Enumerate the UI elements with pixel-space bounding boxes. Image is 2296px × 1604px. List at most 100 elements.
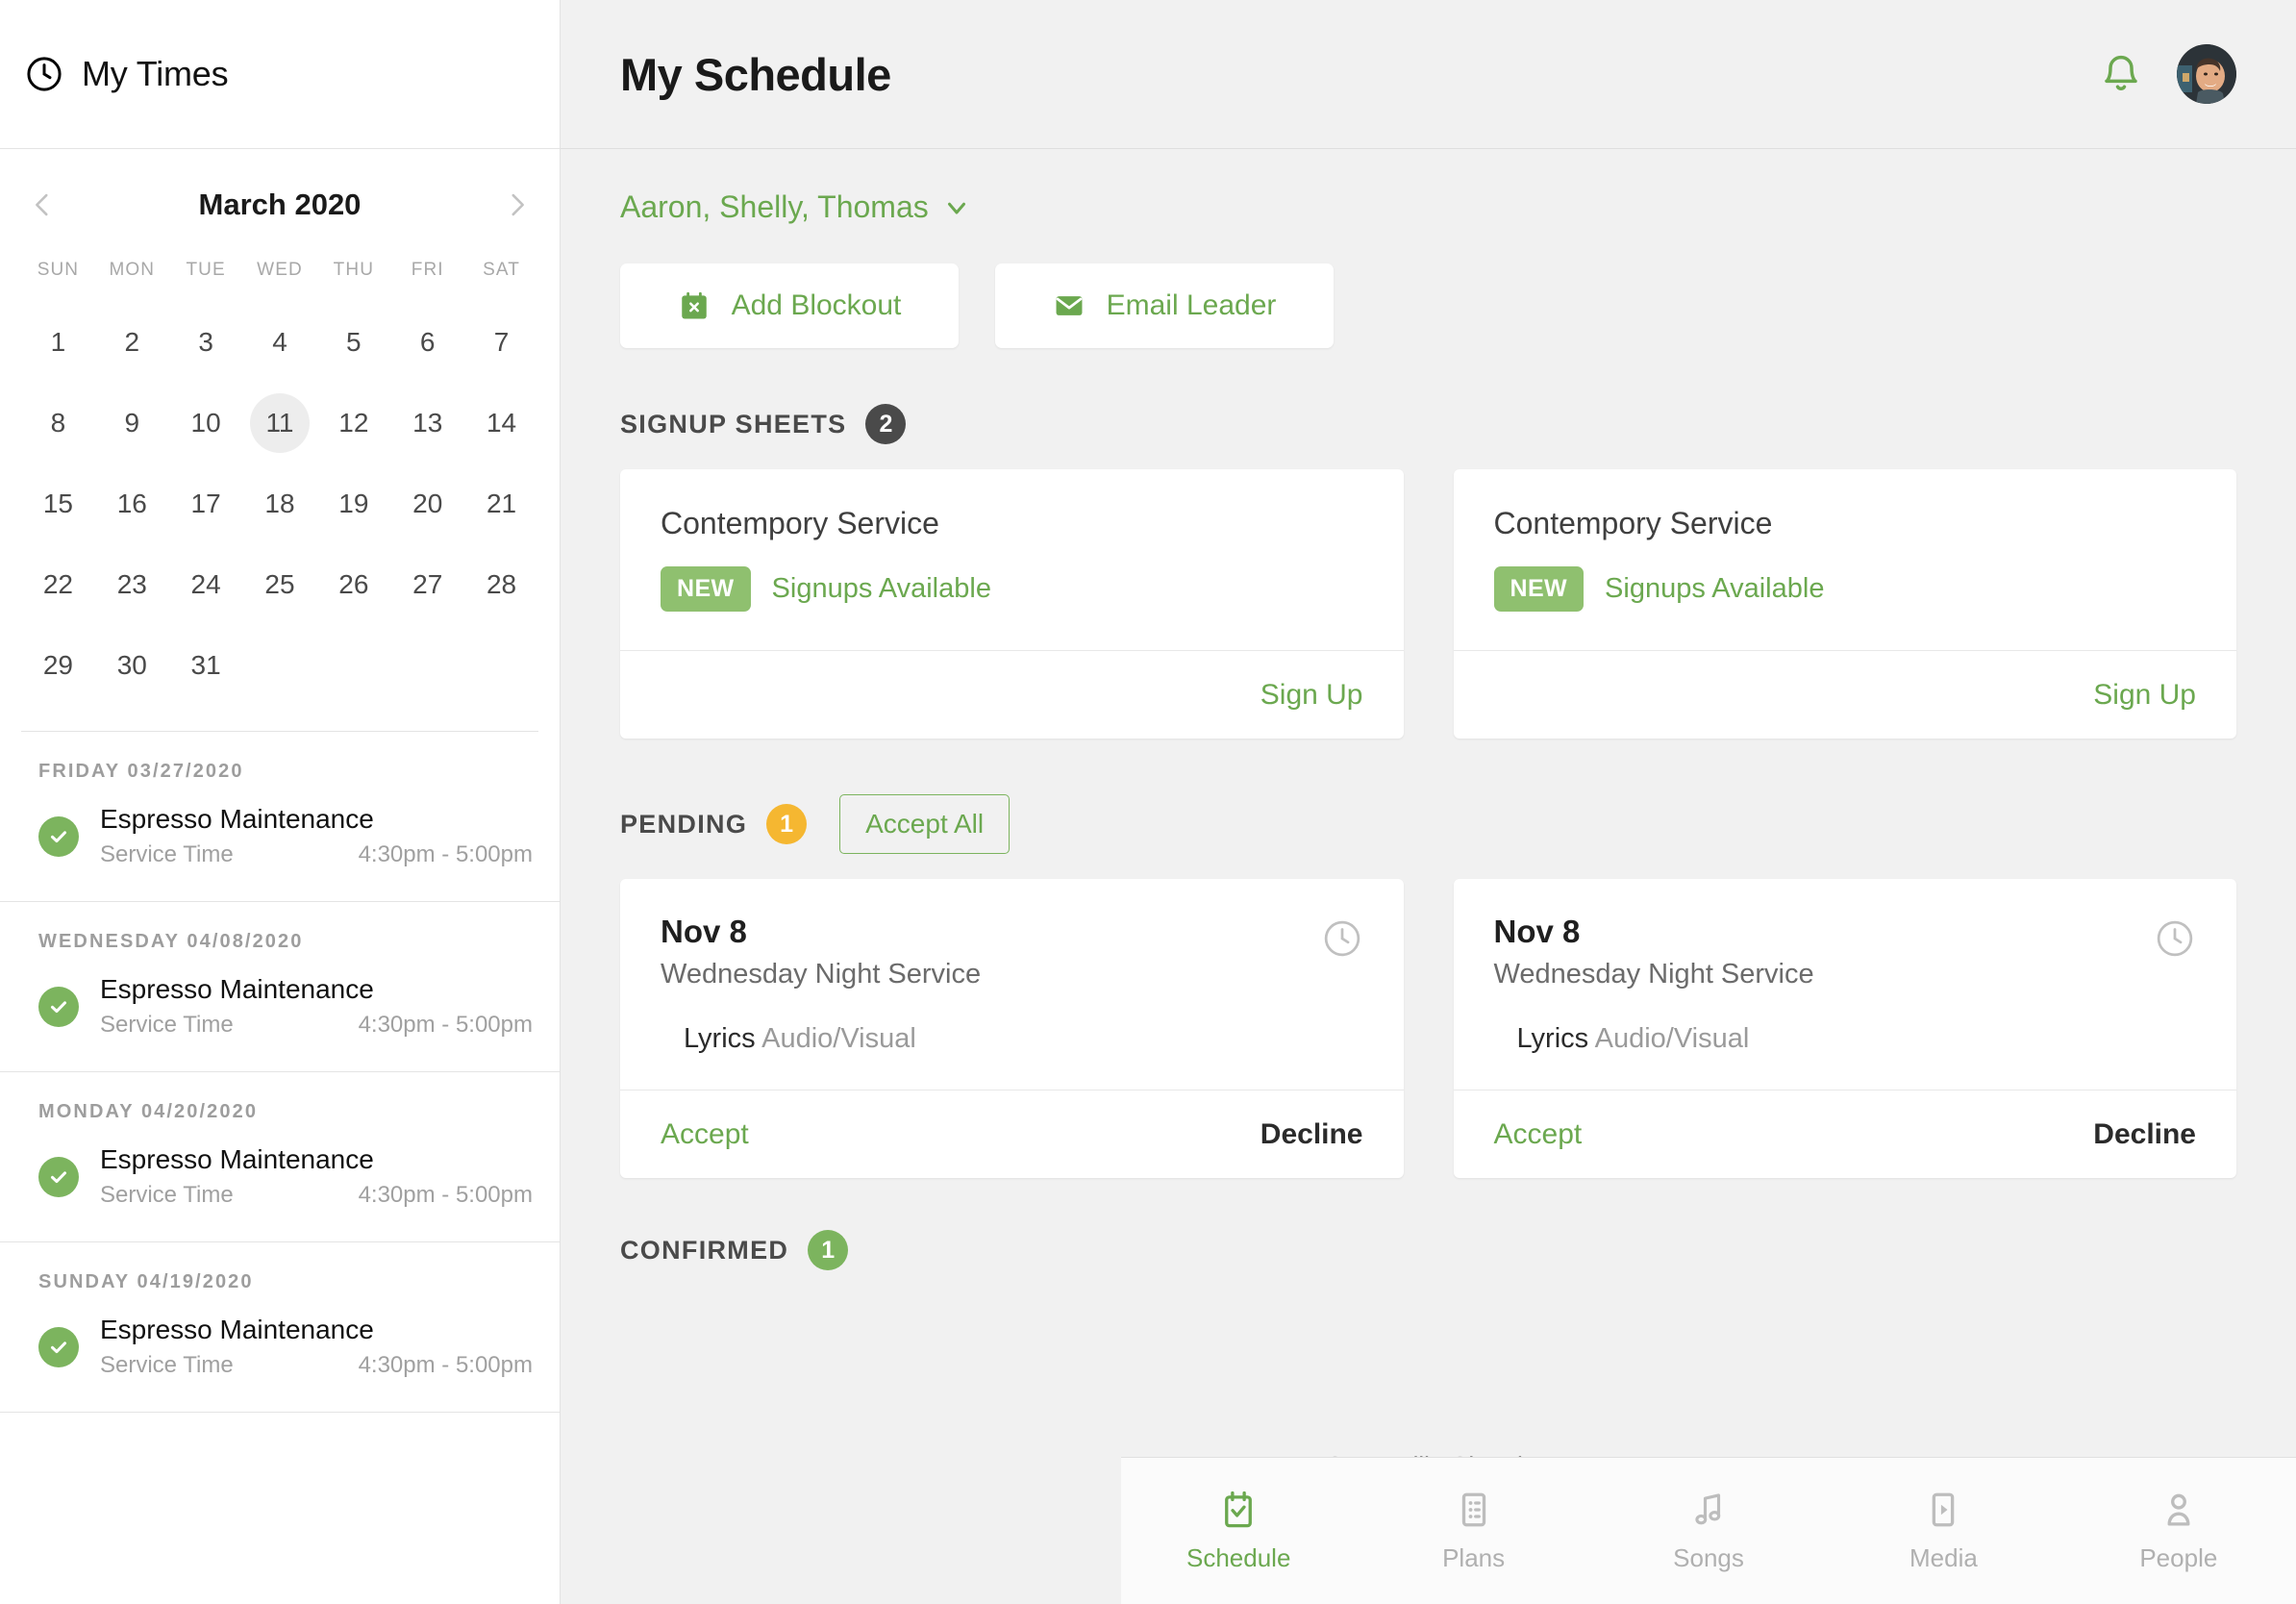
calendar-day-4[interactable]: 4	[250, 313, 310, 372]
new-badge: NEW	[661, 566, 751, 612]
calendar-days-grid: 1 2 3 4 5 6 7 8 9 10 11 12 13 14 15 16 17 18 19 20 21 22 23 24 2…	[21, 302, 538, 706]
pending-request-card[interactable]: Nov 8 Wednesday Night Service Lyrics Aud…	[1453, 879, 2237, 1178]
calendar-day-2[interactable]: 2	[102, 313, 162, 372]
calendar-day-11[interactable]: 11	[249, 393, 310, 453]
play-rect-icon	[1923, 1490, 1963, 1530]
decline-button[interactable]: Decline	[2093, 1118, 2196, 1151]
signup-status-row: NEW Signups Available	[1493, 566, 2197, 612]
calendar-day-28[interactable]: 28	[472, 555, 532, 614]
calendar-day-20[interactable]: 20	[398, 474, 458, 534]
calendar-cell: 26	[316, 544, 390, 625]
action-label: Add Blockout	[731, 289, 902, 321]
team-selector[interactable]: Aaron, Shelly, Thomas	[561, 149, 2296, 225]
calendar-day-18[interactable]: 18	[250, 474, 310, 534]
event-group[interactable]: WEDNESDAY 04/08/2020 Espresso Maintenanc…	[0, 902, 560, 1072]
signup-sheet-card[interactable]: Contempory Service NEW Signups Available…	[620, 469, 1404, 739]
nav-label: People	[2139, 1542, 2218, 1572]
calendar-day-3[interactable]: 3	[176, 313, 236, 372]
music-note-icon	[1688, 1490, 1729, 1530]
calendar-day-19[interactable]: 19	[324, 474, 384, 534]
action-button-row: Add Blockout Email Leader	[561, 225, 2296, 348]
confirmed-count-badge: 1	[808, 1230, 849, 1270]
event-name: Espresso Maintenance	[100, 974, 374, 1004]
calendar-day-7[interactable]: 7	[472, 313, 532, 372]
calendar-day-12[interactable]: 12	[324, 393, 384, 453]
calendar-day-30[interactable]: 30	[102, 636, 162, 695]
event-kind: Service Time	[100, 1352, 234, 1378]
calendar-day-9[interactable]: 9	[102, 393, 162, 453]
event-group[interactable]: SUNDAY 04/19/2020 Espresso Maintenance S…	[0, 1242, 560, 1413]
app-root: My Times March 2020 SUN MON TUE WED THU FRI SA…	[0, 0, 2296, 1604]
pending-request-card[interactable]: Nov 8 Wednesday Night Service Lyrics Aud…	[620, 879, 1404, 1178]
pending-position: Lyrics	[1516, 1023, 1589, 1054]
sidebar-header: My Times	[0, 0, 560, 149]
calendar-day-15[interactable]: 15	[28, 474, 87, 534]
calendar-day-10[interactable]: 10	[176, 393, 236, 453]
accept-all-button[interactable]: Accept All	[839, 794, 1011, 854]
chevron-left-icon[interactable]	[21, 184, 63, 226]
event-time: 4:30pm - 5:00pm	[358, 1182, 533, 1208]
calendar-day-23[interactable]: 23	[102, 555, 162, 614]
signup-card-footer: Sign Up	[620, 650, 1404, 739]
calendar-day-17[interactable]: 17	[176, 474, 236, 534]
signup-sheet-card[interactable]: Contempory Service NEW Signups Available…	[1453, 469, 2236, 739]
event-group[interactable]: FRIDAY 03/27/2020 Espresso Maintenance S…	[0, 732, 560, 902]
calendar-day-24[interactable]: 24	[176, 555, 236, 614]
calendar-cell: 23	[95, 544, 169, 625]
nav-item-songs[interactable]: Songs	[1591, 1490, 1826, 1573]
event-group[interactable]: MONDAY 04/20/2020 Espresso Maintenance S…	[0, 1072, 560, 1242]
calendar-day-14[interactable]: 14	[472, 393, 532, 453]
pending-card-footer: Accept Decline	[620, 1090, 1404, 1178]
calendar-day-29[interactable]: 29	[28, 636, 87, 695]
avatar[interactable]	[2177, 44, 2236, 104]
nav-item-people[interactable]: People	[2061, 1490, 2296, 1573]
envelope-button[interactable]: Email Leader	[995, 263, 1334, 348]
nav-label: Plans	[1442, 1542, 1506, 1572]
calendar-day-16[interactable]: 16	[102, 474, 162, 534]
sign-up-link[interactable]: Sign Up	[1260, 679, 1363, 712]
sign-up-link[interactable]: Sign Up	[2093, 679, 2196, 712]
calendar-cell: 9	[95, 383, 169, 464]
calendar-day-26[interactable]: 26	[324, 555, 384, 614]
pending-card-footer: Accept Decline	[1453, 1090, 2236, 1178]
event-date-label: MONDAY 04/20/2020	[38, 1101, 259, 1122]
bottom-navigation: Schedule Plans Songs Media People	[1121, 1457, 2296, 1604]
event-name: Espresso Maintenance	[100, 804, 374, 834]
calendar-cell: 18	[243, 464, 317, 544]
calendar-day-27[interactable]: 27	[398, 555, 458, 614]
signup-sheets-count-badge: 2	[865, 404, 907, 444]
calendar-day-31[interactable]: 31	[176, 636, 236, 695]
event-time: 4:30pm - 5:00pm	[358, 841, 533, 867]
calendar-day-21[interactable]: 21	[472, 474, 532, 534]
nav-item-schedule[interactable]: Schedule	[1121, 1490, 1356, 1573]
calendar-day-5[interactable]: 5	[324, 313, 384, 372]
accept-button[interactable]: Accept	[661, 1118, 749, 1151]
calendar-cell: 16	[95, 464, 169, 544]
calendar-day-25[interactable]: 25	[250, 555, 310, 614]
chevron-right-icon[interactable]	[496, 184, 538, 226]
calendar-day-6[interactable]: 6	[398, 313, 458, 372]
calendar-day-1[interactable]: 1	[28, 313, 87, 372]
nav-item-plans[interactable]: Plans	[1356, 1490, 1590, 1573]
calendar-day-8[interactable]: 8	[28, 393, 87, 453]
event-row[interactable]: Espresso Maintenance Service Time 4:30pm…	[0, 1144, 560, 1209]
event-row[interactable]: Espresso Maintenance Service Time 4:30pm…	[0, 804, 560, 868]
event-row[interactable]: Espresso Maintenance Service Time 4:30pm…	[0, 974, 560, 1039]
accept-button[interactable]: Accept	[1494, 1118, 1583, 1151]
decline-button[interactable]: Decline	[1260, 1118, 1363, 1151]
calendar-x-button[interactable]: Add Blockout	[620, 263, 959, 348]
event-row[interactable]: Espresso Maintenance Service Time 4:30pm…	[0, 1315, 560, 1379]
pending-position-row: Lyrics Audio/Visual	[1454, 1023, 2237, 1090]
event-name: Espresso Maintenance	[100, 1144, 374, 1174]
calendar-cell: 31	[169, 625, 243, 706]
bell-icon[interactable]	[2100, 53, 2142, 95]
event-subrow: Service Time 4:30pm - 5:00pm	[100, 1182, 533, 1209]
nav-item-media[interactable]: Media	[1826, 1490, 2060, 1573]
calendar-day-22[interactable]: 22	[28, 555, 87, 614]
envelope-icon	[1053, 289, 1086, 322]
pending-count-badge: 1	[766, 804, 808, 844]
calendar-dow-sun: SUN	[37, 260, 80, 280]
calendar-cell: 15	[21, 464, 95, 544]
calendar-day-13[interactable]: 13	[398, 393, 458, 453]
calendar-cell: 20	[390, 464, 464, 544]
